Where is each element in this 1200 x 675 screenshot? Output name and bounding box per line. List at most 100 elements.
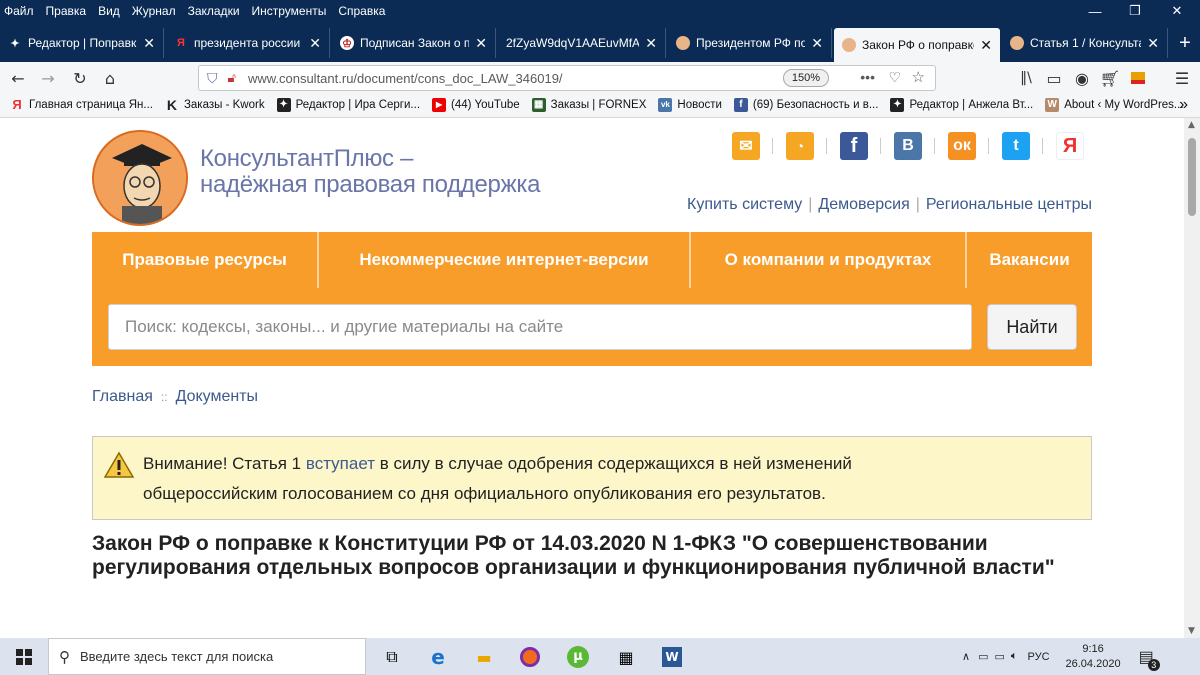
menu-hamburger-icon[interactable]: ☰: [1170, 66, 1194, 90]
bookmark-facebook[interactable]: f (69) Безопасность и в...: [733, 97, 878, 112]
taskbar-search-input[interactable]: ⚲ Введите здесь текст для поиска: [48, 638, 366, 675]
search-button[interactable]: Найти: [987, 304, 1077, 350]
mail-icon[interactable]: ✉: [732, 132, 760, 160]
buy-system-link[interactable]: Купить систему: [687, 196, 802, 214]
vk-icon[interactable]: В: [894, 132, 922, 160]
cart-icon[interactable]: 🛒︎: [1098, 66, 1122, 90]
tab-article-1[interactable]: Статья 1 / Консультан ✕: [1002, 28, 1168, 58]
bookmark-label: Заказы | FORNEX: [550, 98, 647, 111]
menu-history[interactable]: Журнал: [126, 0, 182, 22]
bookmark-yandex-home[interactable]: Я Главная страница Ян...: [10, 97, 153, 112]
notifications-icon[interactable]: ▤ 3: [1139, 647, 1160, 671]
bookmark-youtube[interactable]: ▶ (44) YouTube: [432, 97, 520, 112]
rss-icon[interactable]: ◔: [786, 132, 814, 160]
menu-help[interactable]: Справка: [332, 0, 391, 22]
restore-button[interactable]: ❐: [1112, 0, 1158, 22]
language-indicator[interactable]: РУС: [1027, 651, 1049, 663]
scroll-up-icon[interactable]: ▲: [1188, 120, 1195, 130]
firefox-icon[interactable]: [516, 643, 544, 671]
site-search-input[interactable]: Поиск: кодексы, законы... и другие матер…: [108, 304, 972, 350]
tab-image-hash[interactable]: 2fZyaW9dqV1AAEuvMfATC ✕: [498, 28, 666, 58]
social-divider: [772, 138, 773, 154]
tray-overflow-icon[interactable]: ∧: [962, 650, 970, 663]
tab-law-amendment-active[interactable]: Закон РФ о поправке ✕: [834, 28, 1000, 62]
facebook-icon[interactable]: f: [840, 132, 868, 160]
nav-vacancies[interactable]: Вакансии: [967, 232, 1092, 288]
bookmarks-overflow-button[interactable]: »: [1179, 96, 1188, 114]
twitter-icon[interactable]: t: [1002, 132, 1030, 160]
sidebar-icon[interactable]: ▭: [1042, 66, 1066, 90]
close-tab-icon[interactable]: ✕: [143, 35, 155, 52]
clock[interactable]: 9:16 26.04.2020: [1066, 642, 1121, 672]
page-actions-icon[interactable]: •••: [860, 69, 875, 85]
bookmark-wordpress[interactable]: W About ‹ My WordPres...: [1045, 97, 1184, 112]
nav-legal-resources[interactable]: Правовые ресурсы: [92, 232, 317, 288]
breadcrumb-documents[interactable]: Документы: [176, 388, 258, 406]
url-text[interactable]: www.consultant.ru/document/cons_doc_LAW_…: [248, 71, 563, 86]
demo-link[interactable]: Демоверсия: [818, 196, 909, 214]
close-window-button[interactable]: ✕: [1154, 0, 1200, 22]
breadcrumb-home[interactable]: Главная: [92, 388, 153, 406]
windows-start-icon[interactable]: [10, 643, 38, 671]
bookmark-kwork[interactable]: K Заказы - Kwork: [165, 97, 265, 113]
address-bar[interactable]: ⛉ 🔓︎ www.consultant.ru/document/cons_doc…: [198, 65, 936, 91]
tab-law-signed[interactable]: ♔ Подписан Закон о по ✕: [332, 28, 496, 58]
tracking-shield-icon[interactable]: ⛉: [207, 70, 218, 87]
library-icon[interactable]: ‖\: [1014, 66, 1038, 90]
insecure-lock-icon[interactable]: 🔓︎: [228, 70, 236, 86]
account-icon[interactable]: ◉: [1070, 66, 1094, 90]
sparkle-icon: ✦: [890, 97, 905, 112]
enters-into-force-link[interactable]: вступает: [306, 454, 375, 473]
bookmark-editor-angela[interactable]: ✦ Редактор | Анжела Вт...: [890, 97, 1033, 112]
back-button[interactable]: ←: [6, 66, 30, 90]
tab-title: Статья 1 / Консультан: [1030, 36, 1142, 50]
consultant-icon: [1010, 36, 1024, 50]
menu-file[interactable]: Файл: [0, 0, 40, 22]
reload-button[interactable]: ↻: [68, 66, 92, 90]
utorrent-icon[interactable]: µ: [564, 643, 592, 671]
site-tagline[interactable]: КонсультантПлюс – надёжная правовая подд…: [200, 146, 540, 198]
forward-button[interactable]: →: [36, 66, 60, 90]
scroll-down-icon[interactable]: ▼: [1188, 626, 1195, 636]
close-tab-icon[interactable]: ✕: [980, 37, 992, 54]
extension-flag-icon[interactable]: [1126, 66, 1150, 90]
tab-president-russia[interactable]: Я президента россии о ✕: [166, 28, 330, 58]
tab-president-signed[interactable]: Президентом РФ под ✕: [668, 28, 832, 58]
odnoklassniki-icon[interactable]: ок: [948, 132, 976, 160]
calculator-icon[interactable]: ▦: [612, 643, 640, 671]
close-tab-icon[interactable]: ✕: [645, 35, 657, 52]
tab-editor-amendments[interactable]: ✦ Редактор | Поправки ✕: [0, 28, 164, 58]
yandex-icon[interactable]: Я: [1056, 132, 1084, 160]
bookmark-vk-news[interactable]: vk Новости: [658, 97, 722, 112]
close-tab-icon[interactable]: ✕: [309, 35, 321, 52]
new-tab-button[interactable]: +: [1170, 28, 1200, 58]
edge-icon[interactable]: e: [424, 643, 452, 671]
close-tab-icon[interactable]: ✕: [475, 35, 487, 52]
menu-tools[interactable]: Инструменты: [246, 0, 333, 22]
menu-view[interactable]: Вид: [92, 0, 126, 22]
menu-edit[interactable]: Правка: [40, 0, 93, 22]
volume-icon[interactable]: 🔈︎: [1011, 650, 1018, 663]
bookmark-editor-ira[interactable]: ✦ Редактор | Ира Серги...: [276, 97, 420, 112]
page-scrollbar[interactable]: ▲ ▼: [1184, 118, 1200, 638]
network-icon[interactable]: ▭: [978, 650, 988, 663]
battery-icon[interactable]: ▭: [994, 650, 1004, 663]
close-tab-icon[interactable]: ✕: [1147, 35, 1159, 52]
menu-bookmarks[interactable]: Закладки: [182, 0, 246, 22]
nav-noncommercial-versions[interactable]: Некоммерческие интернет-версии: [319, 232, 689, 288]
bookmark-fornex[interactable]: ▦ Заказы | FORNEX: [531, 97, 647, 112]
facebook-icon: f: [733, 97, 748, 112]
file-explorer-icon[interactable]: ▬: [470, 643, 498, 671]
scrollbar-thumb[interactable]: [1188, 138, 1196, 216]
close-tab-icon[interactable]: ✕: [811, 35, 823, 52]
home-button[interactable]: ⌂: [98, 66, 122, 90]
bookmark-label: (44) YouTube: [451, 98, 520, 111]
bookmark-star-icon[interactable]: ☆: [912, 68, 925, 86]
word-icon[interactable]: W: [658, 643, 686, 671]
nav-about-company[interactable]: О компании и продуктах: [691, 232, 965, 288]
site-logo-image[interactable]: [92, 130, 188, 226]
regional-centers-link[interactable]: Региональные центры: [926, 196, 1092, 214]
task-view-icon[interactable]: ⧉: [378, 643, 406, 671]
pocket-icon[interactable]: ♡: [888, 69, 901, 86]
zoom-level-button[interactable]: 150%: [782, 69, 829, 87]
